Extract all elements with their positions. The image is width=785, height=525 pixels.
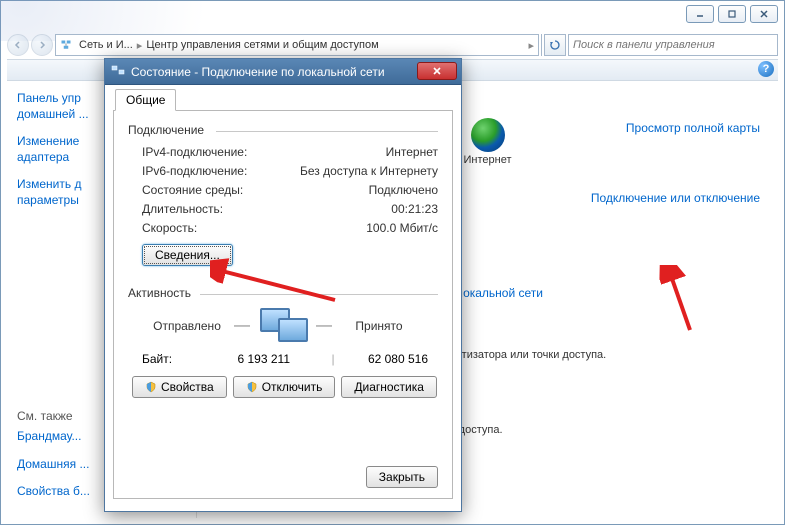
sent-label: Отправлено: [148, 319, 226, 333]
bytes-row: Байт: 6 193 211 | 62 080 516: [128, 352, 438, 366]
shield-icon: [145, 381, 157, 393]
bytes-label: Байт:: [142, 352, 198, 366]
monitors-icon: [258, 308, 308, 344]
tab-panel: Подключение IPv4-подключение:Интернет IP…: [113, 111, 453, 499]
recv-label: Принято: [340, 319, 418, 333]
globe-icon: [471, 118, 505, 152]
bytes-sent: 6 193 211: [198, 352, 330, 366]
media-label: Состояние среды:: [142, 183, 369, 197]
window-controls: [686, 5, 778, 23]
disable-button[interactable]: Отключить: [233, 376, 336, 398]
close-button[interactable]: [750, 5, 778, 23]
see-also-group: См. также Брандмау... Домашняя ... Свойс…: [17, 409, 90, 512]
back-button[interactable]: [7, 34, 29, 56]
speed-label: Скорость:: [142, 221, 366, 235]
activity-group-header: Активность: [128, 286, 438, 300]
bytes-recv: 62 080 516: [336, 352, 438, 366]
help-icon[interactable]: ?: [758, 61, 774, 77]
chevron-right-icon: ▸: [528, 39, 534, 52]
see-also-homegroup[interactable]: Домашняя ...: [17, 457, 90, 473]
see-also-header: См. также: [17, 409, 90, 423]
breadcrumb-current[interactable]: Центр управления сетями и общим доступом: [146, 39, 378, 51]
media-value: Подключено: [369, 183, 438, 197]
see-also-firewall[interactable]: Брандмау...: [17, 429, 90, 445]
row-duration: Длительность:00:21:23: [128, 202, 438, 216]
properties-label: Свойства: [161, 380, 214, 394]
chevron-right-icon: ▸: [137, 39, 143, 52]
properties-button[interactable]: Свойства: [132, 376, 227, 398]
breadcrumb-root[interactable]: Сеть и И...: [79, 39, 133, 51]
dialog-title: Состояние - Подключение по локальной сет…: [131, 65, 455, 79]
close-dialog-button[interactable]: Закрыть: [366, 466, 438, 488]
tab-strip: Общие: [113, 89, 453, 111]
disable-label: Отключить: [262, 380, 323, 394]
dialog-titlebar[interactable]: Состояние - Подключение по локальной сет…: [105, 59, 461, 85]
ipv6-value: Без доступа к Интернету: [300, 164, 438, 178]
activity-group: Активность Отправлено — — Принято Байт: …: [128, 286, 438, 398]
dash-icon: —: [234, 317, 250, 335]
connection-group-header: Подключение: [128, 123, 438, 137]
lan-icon: [111, 65, 125, 79]
ipv6-label: IPv6-подключение:: [142, 164, 300, 178]
search-box[interactable]: [568, 34, 778, 56]
minimize-button[interactable]: [686, 5, 714, 23]
search-input[interactable]: [573, 39, 773, 51]
dialog-close-button[interactable]: [417, 62, 457, 80]
dialog-footer: Закрыть: [366, 466, 438, 488]
refresh-button[interactable]: [544, 34, 566, 56]
duration-value: 00:21:23: [391, 202, 438, 216]
network-center-icon: [60, 39, 72, 51]
diagnose-button[interactable]: Диагностика: [341, 376, 437, 398]
view-full-map-link[interactable]: Просмотр полной карты: [626, 121, 760, 137]
dash-icon: —: [316, 317, 332, 335]
row-media: Состояние среды:Подключено: [128, 183, 438, 197]
breadcrumb-box[interactable]: Сеть и И... ▸ Центр управления сетями и …: [55, 34, 539, 56]
address-bar: Сеть и И... ▸ Центр управления сетями и …: [7, 33, 778, 57]
action-buttons: Свойства Отключить Диагностика: [128, 376, 438, 398]
row-ipv6: IPv6-подключение:Без доступа к Интернету: [128, 164, 438, 178]
duration-label: Длительность:: [142, 202, 391, 216]
shield-icon: [246, 381, 258, 393]
forward-button[interactable]: [31, 34, 53, 56]
speed-value: 100.0 Мбит/с: [366, 221, 438, 235]
activity-diagram: Отправлено — — Принято: [128, 308, 438, 344]
details-button[interactable]: Сведения...: [142, 244, 233, 266]
connection-status-dialog: Состояние - Подключение по локальной сет…: [104, 58, 462, 512]
ipv4-value: Интернет: [386, 145, 438, 159]
connect-disconnect-link[interactable]: Подключение или отключение: [591, 191, 760, 207]
divider: [541, 34, 542, 56]
dialog-body: Общие Подключение IPv4-подключение:Интер…: [105, 85, 461, 507]
ipv4-label: IPv4-подключение:: [142, 145, 386, 159]
row-ipv4: IPv4-подключение:Интернет: [128, 145, 438, 159]
maximize-button[interactable]: [718, 5, 746, 23]
row-speed: Скорость:100.0 Мбит/с: [128, 221, 438, 235]
see-also-browser[interactable]: Свойства б...: [17, 484, 90, 500]
tab-general[interactable]: Общие: [115, 89, 176, 111]
